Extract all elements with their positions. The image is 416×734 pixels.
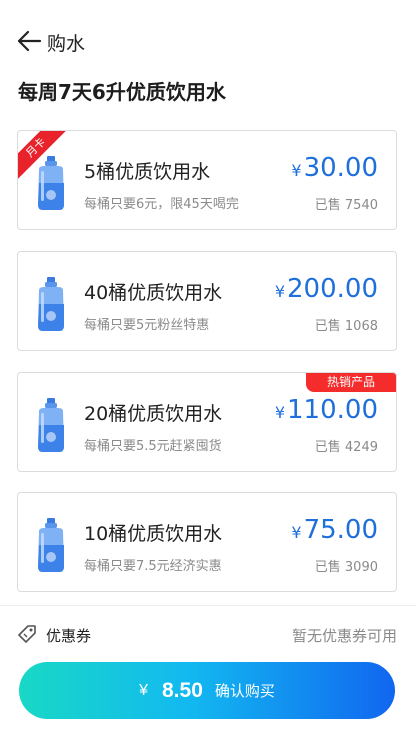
water-bottle-icon bbox=[38, 398, 64, 452]
product-card[interactable]: 40桶优质饮用水 每桶只要5元粉丝特惠 ¥200.00 已售 1068 bbox=[17, 251, 397, 351]
section-title: 每周7天6升优质饮用水 bbox=[18, 80, 226, 104]
sold-count: 已售 4249 bbox=[314, 440, 378, 455]
coupon-icon bbox=[18, 625, 36, 643]
currency-symbol: ¥ bbox=[291, 161, 302, 180]
product-description: 每桶只要5.5元赶紧囤货 bbox=[84, 439, 222, 454]
currency-symbol: ¥ bbox=[274, 403, 286, 422]
sold-count: 已售 7540 bbox=[314, 198, 378, 213]
product-description: 每桶只要7.5元经济实惠 bbox=[84, 559, 222, 574]
header-bar: 购水 bbox=[0, 0, 416, 80]
water-bottle-icon bbox=[38, 518, 64, 572]
total-amount: 8.50 bbox=[162, 678, 203, 702]
water-bottle-icon bbox=[38, 277, 64, 331]
product-card[interactable]: 10桶优质饮用水 每桶只要7.5元经济实惠 ¥75.00 已售 3090 bbox=[17, 492, 397, 592]
product-price: ¥30.00 bbox=[291, 153, 378, 183]
product-name: 5桶优质饮用水 bbox=[84, 161, 211, 183]
product-price: ¥75.00 bbox=[291, 515, 378, 545]
product-card[interactable]: 热销产品 20桶优质饮用水 每桶只要5.5元赶紧囤货 ¥110.00 已售 42… bbox=[17, 372, 397, 472]
coupon-status: 暂无优惠券可用 bbox=[291, 627, 397, 645]
price-value: 30.00 bbox=[303, 153, 378, 183]
price-value: 200.00 bbox=[287, 274, 378, 304]
arrow-left-icon[interactable] bbox=[16, 28, 42, 54]
currency-symbol: ¥ bbox=[139, 681, 148, 699]
product-description: 每桶只要6元，限45天喝完 bbox=[84, 197, 239, 212]
sold-count: 已售 1068 bbox=[314, 319, 378, 334]
product-name: 40桶优质饮用水 bbox=[84, 282, 223, 304]
confirm-purchase-button[interactable]: ¥ 8.50 确认购买 bbox=[19, 662, 395, 719]
product-price: ¥200.00 bbox=[275, 274, 378, 304]
product-name: 20桶优质饮用水 bbox=[84, 403, 223, 425]
product-price: ¥110.00 bbox=[275, 395, 378, 425]
page-title: 购水 bbox=[47, 33, 86, 55]
price-value: 110.00 bbox=[287, 395, 378, 425]
product-description: 每桶只要5元粉丝特惠 bbox=[84, 318, 210, 333]
currency-symbol: ¥ bbox=[274, 282, 286, 301]
price-value: 75.00 bbox=[303, 515, 378, 545]
product-name: 10桶优质饮用水 bbox=[84, 523, 223, 545]
sold-count: 已售 3090 bbox=[314, 560, 378, 575]
hot-sale-badge: 热销产品 bbox=[306, 373, 396, 392]
coupon-label: 优惠券 bbox=[46, 627, 92, 645]
coupon-row[interactable]: 优惠券 暂无优惠券可用 bbox=[0, 605, 416, 662]
confirm-purchase-label: 确认购买 bbox=[214, 683, 275, 700]
water-bottle-icon bbox=[38, 156, 64, 210]
product-card[interactable]: 月卡 5桶优质饮用水 每桶只要6元，限45天喝完 ¥30.00 已售 7540 bbox=[17, 130, 397, 230]
currency-symbol: ¥ bbox=[291, 523, 302, 542]
